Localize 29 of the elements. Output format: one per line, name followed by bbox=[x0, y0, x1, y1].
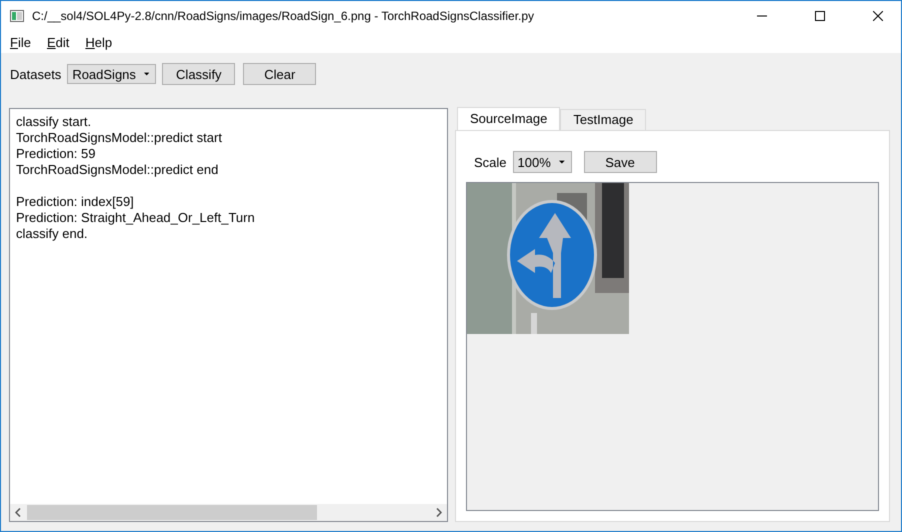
log-line: Prediction: 59 bbox=[16, 146, 96, 162]
menu-item[interactable]: Help bbox=[85, 34, 112, 50]
log-line: Prediction: index[59] bbox=[16, 194, 135, 210]
tab[interactable]: TestImage bbox=[560, 109, 646, 130]
tab[interactable]: SourceImage bbox=[457, 107, 560, 130]
scrollbar-thumb[interactable] bbox=[27, 505, 318, 520]
save-button[interactable]: Save bbox=[584, 151, 657, 173]
window-icon bbox=[10, 10, 24, 22]
menu-item[interactable]: File bbox=[10, 34, 31, 50]
scale-label: Scale bbox=[474, 154, 507, 170]
caret-icon bbox=[558, 160, 565, 164]
toolbar-button[interactable]: Classify bbox=[162, 63, 236, 85]
toolbar-button[interactable]: Clear bbox=[243, 63, 316, 85]
caret-icon bbox=[144, 72, 150, 76]
scroll-left-icon[interactable] bbox=[15, 508, 21, 517]
close-icon[interactable] bbox=[873, 11, 883, 21]
datasets-label: Datasets bbox=[10, 66, 62, 82]
dataset-dropdown[interactable]: RoadSigns bbox=[67, 64, 156, 84]
log-line: classify end. bbox=[16, 226, 89, 242]
horizontal-scrollbar[interactable] bbox=[10, 504, 447, 521]
log-line: TorchRoadSignsModel::predict end bbox=[16, 162, 220, 178]
log-line: TorchRoadSignsModel::predict start bbox=[16, 130, 223, 146]
scroll-right-icon[interactable] bbox=[436, 508, 442, 517]
window-title: C:/__sol4/SOL4Py-2.8/cnn/RoadSigns/images/RoadSign_6.png - TorchRoadSignsClassifier.py bbox=[32, 9, 536, 23]
log-line: classify start. bbox=[16, 114, 92, 130]
scale-dropdown[interactable]: 100% bbox=[512, 151, 572, 173]
menu-item[interactable]: Edit bbox=[46, 34, 70, 50]
maximize-icon[interactable] bbox=[815, 11, 825, 21]
log-line: Prediction: Straight_Ahead_Or_Left_Turn bbox=[16, 210, 256, 226]
